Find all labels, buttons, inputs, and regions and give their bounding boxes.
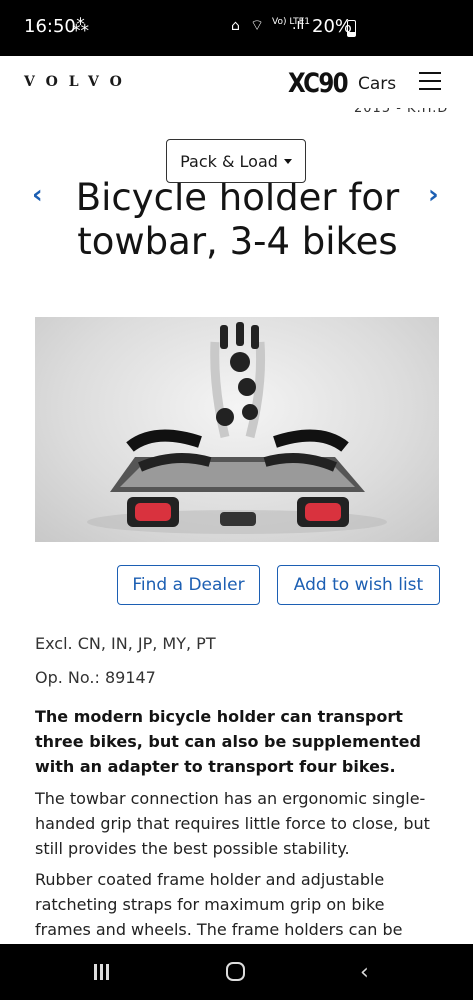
product-image <box>35 317 439 542</box>
clipped-header-text: 2015 - K.H.D <box>354 108 449 116</box>
status-bar: 16:50 ⁂ ⌂ ⌔ Vo) LTE1 .ıl 20% <box>0 0 473 56</box>
lead-description: The modern bicycle holder can transport … <box>35 707 421 776</box>
volvo-logo[interactable]: VOLVO <box>24 74 133 90</box>
market-exclusions: Excl. CN, IN, JP, MY, PT <box>35 634 216 653</box>
system-nav-bar: ‹ <box>0 944 473 1000</box>
add-to-wishlist-button[interactable]: Add to wish list <box>277 565 440 605</box>
back-icon[interactable]: ‹ <box>360 960 369 985</box>
category-dropdown-label: Pack & Load <box>180 151 278 171</box>
site-header: VOLVO XC90 Cars <box>0 56 473 116</box>
find-dealer-button[interactable]: Find a Dealer <box>117 565 260 605</box>
caret-down-icon <box>283 158 292 164</box>
description-paragraph: The towbar connection has an ergonomic s… <box>35 789 430 858</box>
battery-percent: 20% <box>312 16 353 37</box>
home-icon[interactable] <box>226 962 245 981</box>
cars-link[interactable]: Cars <box>358 74 396 94</box>
recent-apps-icon[interactable] <box>94 964 114 980</box>
model-name[interactable]: XC90 <box>288 68 349 99</box>
notification-icon: ⌂ <box>231 18 240 34</box>
status-time: 16:50 <box>24 16 76 37</box>
chevron-left-icon[interactable]: ‹ <box>32 180 43 210</box>
category-dropdown[interactable]: Pack & Load <box>166 139 306 183</box>
wifi-icon: ⌔ <box>250 16 265 34</box>
operation-number: Op. No.: 89147 <box>35 668 156 687</box>
settings-gear-icon: ⁂ <box>72 16 89 36</box>
hamburger-menu-icon[interactable] <box>419 72 441 90</box>
chevron-right-icon[interactable]: › <box>428 180 439 210</box>
product-title: Bicycle holder for towbar, 3-4 bikes <box>75 176 400 263</box>
battery-icon <box>347 20 356 37</box>
signal-icon: .ıl <box>292 17 305 33</box>
